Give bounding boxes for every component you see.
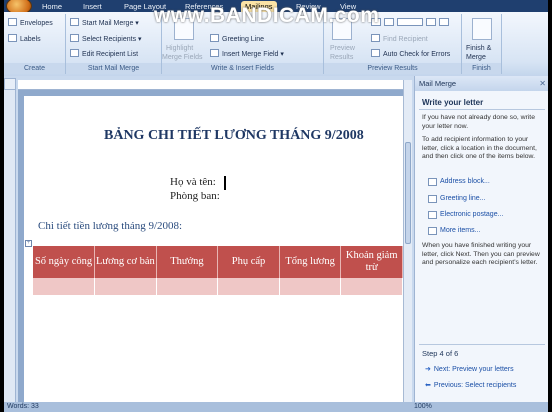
finish-merge-label: Merge <box>466 54 486 61</box>
group-finish: Finish & Merge Finish <box>462 14 502 74</box>
salary-detail-heading: Chi tiết tiền lương tháng 9/2008: <box>38 220 183 232</box>
table-header: Tổng lương <box>279 246 342 278</box>
table-header: Phụ cấp <box>217 246 280 278</box>
address-block-link[interactable]: Address block... <box>440 178 490 185</box>
pane-header: Mail Merge ✕ <box>415 76 548 91</box>
address-block-icon <box>428 178 437 186</box>
greeting-line-link[interactable]: Greeting line... <box>440 195 486 202</box>
envelope-icon <box>8 18 17 26</box>
preview-results-label: Results <box>330 54 354 61</box>
next-step-link[interactable]: ➜ Next: Preview your letters <box>425 365 514 373</box>
group-create: Envelopes Labels Create <box>4 14 66 74</box>
recipients-icon <box>70 34 79 42</box>
find-recipient-button[interactable]: Find Recipient <box>371 34 428 45</box>
record-number-input[interactable] <box>397 18 423 26</box>
tab-insert[interactable]: Insert <box>83 1 102 12</box>
group-label-start: Start Mail Merge <box>66 63 161 74</box>
greeting-line-icon <box>428 195 437 203</box>
pane-heading: Write your letter <box>422 98 484 107</box>
document-icon <box>70 18 79 26</box>
group-label-preview: Preview Results <box>324 63 461 74</box>
scrollbar-thumb[interactable] <box>405 142 411 244</box>
vertical-scrollbar[interactable] <box>403 80 412 402</box>
auto-check-errors-button[interactable]: Auto Check for Errors <box>371 49 450 60</box>
table-cell[interactable] <box>156 278 219 295</box>
finish-merge-icon <box>472 18 492 40</box>
table-cell[interactable] <box>279 278 342 295</box>
pane-divider <box>419 344 545 345</box>
recorder-watermark: www.BANDICAM.com <box>154 4 380 27</box>
envelopes-button[interactable]: Envelopes <box>8 18 53 29</box>
table-header: Số ngày công <box>33 246 96 278</box>
ruler-toggle[interactable] <box>4 78 16 90</box>
labels-button[interactable]: Labels <box>8 34 41 45</box>
word-count[interactable]: Words: 33 <box>7 402 39 412</box>
table-row <box>33 278 403 295</box>
pane-divider <box>419 109 545 110</box>
edit-list-icon <box>70 49 79 57</box>
employee-name-label: Họ và tên: <box>170 176 216 188</box>
greeting-line-button[interactable]: Greeting Line <box>210 34 264 45</box>
select-recipients-button[interactable]: Select Recipients ▾ <box>70 34 142 45</box>
table-cell[interactable] <box>94 278 157 295</box>
word-window: Home Insert Page Layout References Maili… <box>4 0 548 412</box>
salary-table: Số ngày công Lương cơ bản Thưởng Phụ cấp… <box>33 246 403 295</box>
find-icon <box>371 34 380 42</box>
pane-finish-text: When you have finished writing your lett… <box>422 242 540 266</box>
prev-record-icon[interactable] <box>384 18 394 26</box>
zoom-level[interactable]: 100% <box>414 402 432 412</box>
arrow-left-icon: ⬅ <box>425 382 431 389</box>
pane-instructions: To add recipient information to your let… <box>422 136 537 160</box>
document-area: BẢNG CHI TIẾT LƯƠNG THÁNG 9/2008 Họ và t… <box>18 90 403 402</box>
group-label-finish: Finish <box>462 63 501 74</box>
electronic-postage-icon <box>428 211 437 219</box>
department-label: Phòng ban: <box>170 190 220 202</box>
more-items-link[interactable]: More items... <box>440 227 480 234</box>
greeting-icon <box>210 34 219 42</box>
document-title: BẢNG CHI TIẾT LƯƠNG THÁNG 9/2008 <box>104 128 364 143</box>
table-cell[interactable] <box>217 278 280 295</box>
status-bar: Words: 33 100% <box>4 402 548 412</box>
horizontal-ruler <box>18 80 411 90</box>
insert-merge-field-button[interactable]: Insert Merge Field ▾ <box>210 49 284 60</box>
text-cursor <box>224 176 226 190</box>
highlight-merge-fields-label: Merge Fields <box>162 54 203 61</box>
step-indicator: Step 4 of 6 <box>422 349 459 358</box>
table-header-row: Số ngày công Lương cơ bản Thưởng Phụ cấp… <box>33 246 403 278</box>
labels-icon <box>8 34 17 42</box>
check-icon <box>371 49 380 57</box>
table-cell[interactable] <box>33 278 96 295</box>
document-page[interactable]: BẢNG CHI TIẾT LƯƠNG THÁNG 9/2008 Họ và t… <box>24 96 403 402</box>
close-icon[interactable]: ✕ <box>539 76 546 91</box>
table-header: Lương cơ bản <box>94 246 157 278</box>
electronic-postage-link[interactable]: Electronic postage... <box>440 211 503 218</box>
pane-title: Mail Merge <box>419 79 457 88</box>
record-navigation <box>371 18 452 29</box>
next-record-icon[interactable] <box>426 18 436 26</box>
table-header: Khoản giảm trừ <box>340 246 403 278</box>
last-record-icon[interactable] <box>439 18 449 26</box>
group-label-write: Write & Insert Fields <box>162 63 323 74</box>
previous-step-link[interactable]: ⬅ Previous: Select recipients <box>425 381 516 389</box>
group-label-create: Create <box>4 63 65 74</box>
field-icon <box>210 49 219 57</box>
more-items-icon <box>428 227 437 235</box>
pane-intro-text: If you have not already done so, write y… <box>422 114 535 130</box>
table-header: Thưởng <box>156 246 219 278</box>
edit-recipient-list-button[interactable]: Edit Recipient List <box>70 49 138 60</box>
arrow-right-icon: ➜ <box>425 366 431 373</box>
mail-merge-pane: Mail Merge ✕ Write your letter If you ha… <box>414 76 548 402</box>
tab-home[interactable]: Home <box>42 1 62 12</box>
vertical-ruler <box>4 90 16 402</box>
group-start-mail-merge: Start Mail Merge ▾ Select Recipients ▾ E… <box>66 14 162 74</box>
start-mail-merge-button[interactable]: Start Mail Merge ▾ <box>70 18 139 29</box>
table-cell[interactable] <box>340 278 403 295</box>
table-move-handle[interactable]: + <box>25 240 32 247</box>
